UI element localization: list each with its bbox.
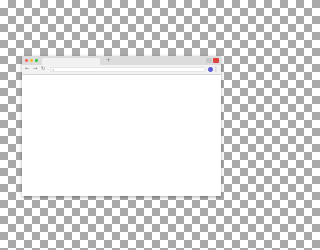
reload-icon[interactable]: ↻ [41,66,45,73]
minimize-traffic-light[interactable] [30,59,33,62]
maximize-traffic-light[interactable] [35,59,38,62]
forward-arrow-icon[interactable]: → [33,66,37,73]
browser-toolbar: ← → ↻ ⌕ ⋮ [22,65,221,75]
window-minimize-button[interactable] [206,58,212,63]
kebab-menu-icon[interactable]: ⋮ [213,66,219,73]
browser-tab[interactable] [42,58,100,65]
address-bar[interactable]: ⌕ [50,67,205,72]
back-arrow-icon[interactable]: ← [25,66,29,73]
new-tab-icon[interactable]: + [106,57,111,64]
title-bar: + [22,56,221,65]
window-close-button[interactable] [213,58,219,63]
window-controls [206,58,219,63]
page-content [22,75,221,196]
search-icon: ⌕ [52,67,55,72]
browser-window: + ← → ↻ ⌕ ⋮ [22,56,221,196]
close-traffic-light[interactable] [25,59,28,62]
